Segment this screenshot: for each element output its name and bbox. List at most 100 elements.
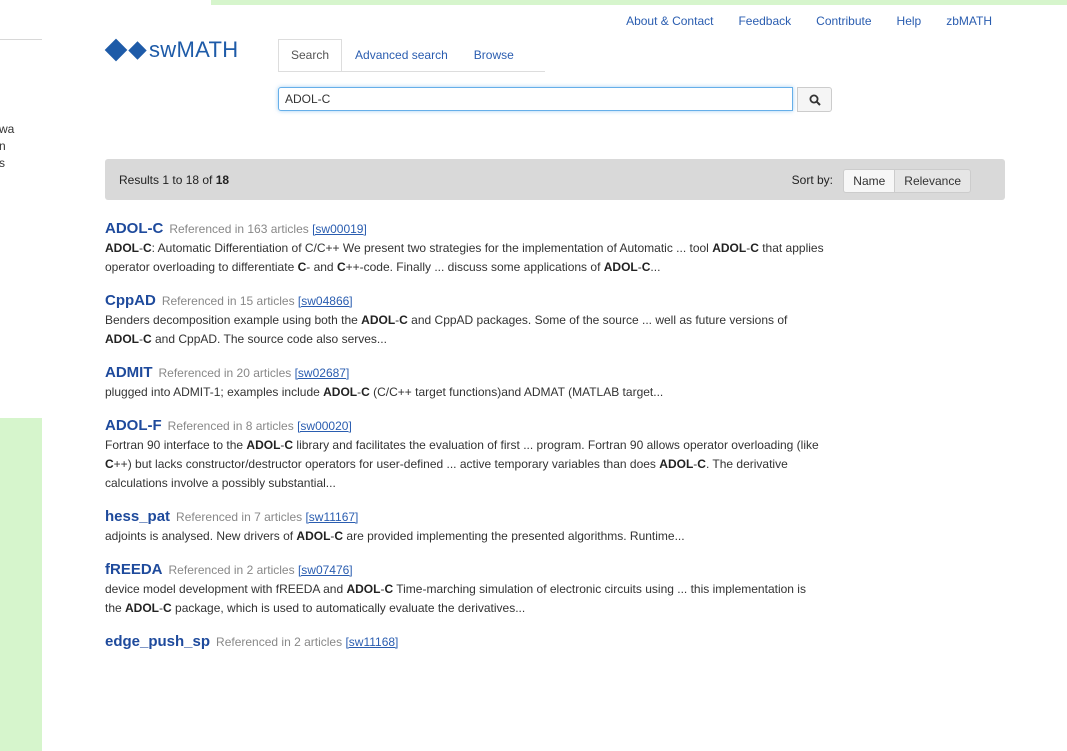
snippet-highlight: ADOL [105, 241, 139, 255]
result-item: CppAD Referenced in 15 articles [sw04866]… [105, 292, 825, 349]
snippet-highlight: ADOL [246, 438, 281, 452]
snippet-highlight: ADOL [659, 457, 694, 471]
result-title-link[interactable]: edge_push_sp [105, 633, 210, 650]
snippet-highlight: C [336, 260, 346, 274]
result-item: edge_push_sp Referenced in 2 articles [sw… [105, 633, 825, 651]
snippet-highlight: ADOL [323, 385, 358, 399]
snippet-highlight: C [399, 313, 408, 327]
tab-search[interactable]: Search [278, 39, 343, 72]
snippet-text: Fortran 90 interface to the [105, 438, 247, 452]
snippet-highlight: ADOL [712, 241, 747, 255]
snippet-highlight: C [284, 438, 294, 452]
result-snippet: ADOL-C: Automatic Differentiation of C/C… [105, 239, 825, 277]
left-fragment: n [0, 139, 6, 153]
result-item: ADMIT Referenced in 20 articles [sw02687]… [105, 364, 825, 402]
result-reference-count: Referenced in 20 articles [158, 366, 292, 380]
snippet-highlight: C [143, 332, 152, 346]
result-software-id-link[interactable]: [sw07476] [298, 563, 353, 577]
nav-about-contact[interactable]: About & Contact [626, 14, 713, 28]
result-header: CppAD Referenced in 15 articles [sw04866] [105, 292, 825, 310]
result-item: fREEDA Referenced in 2 articles [sw07476]… [105, 561, 825, 618]
results-count-prefix: Results 1 to 18 of [119, 173, 216, 187]
result-software-id-link[interactable]: [sw11167] [305, 510, 358, 524]
result-header: fREEDA Referenced in 2 articles [sw07476] [105, 561, 825, 579]
left-panel-divider [0, 39, 42, 40]
snippet-highlight: C [297, 260, 307, 274]
result-header: hess_pat Referenced in 7 articles [sw1116… [105, 508, 825, 526]
result-software-id-link[interactable]: [sw11168] [345, 635, 398, 649]
search-input[interactable] [278, 87, 793, 111]
snippet-text: : Automatic Differentiation of C/C++ We … [151, 241, 713, 255]
snippet-text: and CppAD packages. Some of the source .… [407, 313, 788, 327]
nav-zbmath[interactable]: zbMATH [946, 14, 992, 28]
snippet-highlight: ADOL [361, 313, 396, 327]
left-fragment: wa [0, 122, 15, 136]
snippet-text: are provided implementing the presented … [343, 529, 685, 543]
result-title-link[interactable]: ADOL-C [105, 220, 163, 237]
result-item: ADOL-F Referenced in 8 articles [sw00020]… [105, 417, 825, 493]
sort-label: Sort by: [791, 173, 833, 187]
snippet-text: library and facilitates the evaluation o… [293, 438, 819, 452]
search-icon [809, 94, 821, 106]
tab-browse[interactable]: Browse [461, 39, 527, 72]
result-reference-count: Referenced in 163 articles [169, 222, 309, 236]
snippet-highlight: ADOL [105, 332, 139, 346]
left-fragment: s [0, 156, 5, 170]
result-reference-count: Referenced in 15 articles [161, 294, 295, 308]
left-side-panel [0, 418, 42, 751]
result-title-link[interactable]: CppAD [105, 292, 156, 309]
result-item: ADOL-C Referenced in 163 articles [sw0001… [105, 220, 825, 277]
result-snippet: plugged into ADMIT-1; examples include A… [105, 383, 825, 402]
result-snippet: Fortran 90 interface to the ADOL-C libra… [105, 436, 825, 493]
search-tabs: Search Advanced search Browse [278, 39, 527, 72]
snippet-highlight: C [361, 385, 370, 399]
result-title-link[interactable]: fREEDA [105, 561, 163, 578]
result-software-id-link[interactable]: [sw00019] [312, 222, 367, 236]
snippet-highlight: ADOL [125, 601, 160, 615]
swmath-logo[interactable]: swMATH [104, 37, 239, 63]
logo-text: swMATH [149, 37, 239, 62]
tabs-underline [278, 71, 545, 72]
sort-by-relevance-button[interactable]: Relevance [894, 169, 971, 193]
result-software-id-link[interactable]: [sw02687] [295, 366, 350, 380]
result-title-link[interactable]: ADMIT [105, 364, 153, 381]
snippet-text: ++-code. Finally ... discuss some applic… [345, 260, 604, 274]
result-software-id-link[interactable]: [sw00020] [297, 419, 352, 433]
results-count: Results 1 to 18 of 18 [119, 173, 229, 187]
snippet-highlight: C [697, 457, 706, 471]
snippet-highlight: C [334, 529, 344, 543]
snippet-highlight: ADOL [346, 582, 381, 596]
snippet-text: device model development with fREEDA and [105, 582, 347, 596]
snippet-text: plugged into ADMIT-1; examples include [105, 385, 324, 399]
snippet-text: ... [650, 260, 661, 274]
sort-by-name-button[interactable]: Name [843, 169, 895, 193]
result-reference-count: Referenced in 7 articles [176, 510, 303, 524]
result-item: hess_pat Referenced in 7 articles [sw1116… [105, 508, 825, 546]
snippet-text: ++) but lacks constructor/destructor ope… [113, 457, 660, 471]
result-title-link[interactable]: ADOL-F [105, 417, 162, 434]
snippet-highlight: C [163, 601, 172, 615]
logo-diamond-icon [128, 40, 147, 60]
result-title-link[interactable]: hess_pat [105, 508, 170, 525]
snippet-text: package, which is used to automatically … [171, 601, 526, 615]
nav-contribute[interactable]: Contribute [816, 14, 871, 28]
tab-advanced-search[interactable]: Advanced search [342, 39, 461, 72]
snippet-highlight: C [384, 582, 394, 596]
results-total: 18 [215, 173, 230, 187]
results-list: ADOL-C Referenced in 163 articles [sw0001… [105, 220, 825, 666]
sort-button-group: Name Relevance [843, 169, 971, 193]
result-reference-count: Referenced in 2 articles [168, 563, 295, 577]
result-reference-count: Referenced in 2 articles [216, 635, 343, 649]
nav-help[interactable]: Help [897, 14, 922, 28]
nav-feedback[interactable]: Feedback [738, 14, 791, 28]
result-header: ADMIT Referenced in 20 articles [sw02687] [105, 364, 825, 382]
result-header: ADOL-F Referenced in 8 articles [sw00020] [105, 417, 825, 435]
result-header: ADOL-C Referenced in 163 articles [sw0001… [105, 220, 825, 238]
results-bar: Results 1 to 18 of 18 Sort by: Name Rele… [105, 159, 1005, 200]
search-button[interactable] [797, 87, 832, 112]
result-header: edge_push_sp Referenced in 2 articles [sw… [105, 633, 825, 651]
result-software-id-link[interactable]: [sw04866] [298, 294, 353, 308]
top-banner-strip [211, 0, 1067, 5]
snippet-highlight: ADOL [603, 260, 638, 274]
snippet-highlight: C [750, 241, 759, 255]
